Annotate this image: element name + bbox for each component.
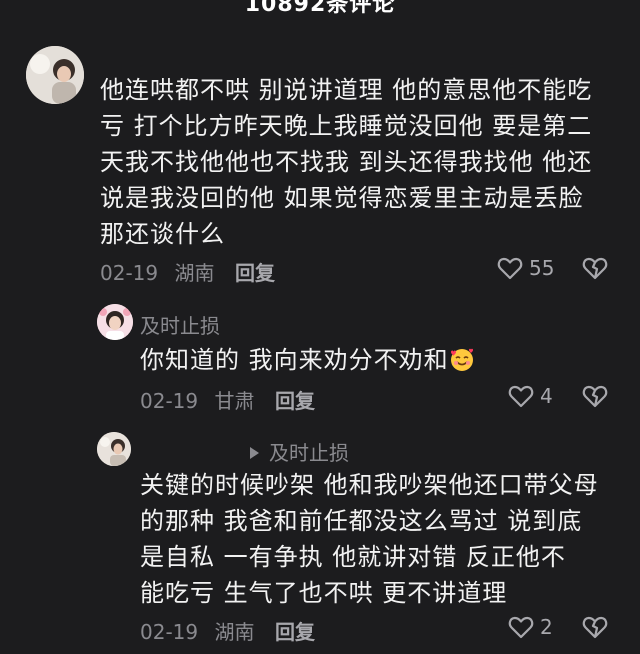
like-button[interactable]: 4 [508, 384, 553, 408]
like-button[interactable]: 55 [497, 256, 554, 280]
comment-date: 02-19 [100, 261, 159, 285]
dislike-button[interactable] [582, 384, 608, 412]
comment-text: 你知道的 我向来劝分不劝和 [140, 342, 610, 378]
comment-count-title: 10892条评论 [244, 0, 396, 17]
like-count: 2 [540, 615, 553, 639]
user-photo-icon [26, 46, 84, 104]
user-photo-icon [97, 432, 131, 466]
comment-line: 说是我没回的他 如果觉得恋爱里主动是丢脸 [100, 184, 584, 212]
comment-line: 那还谈什么 [100, 220, 225, 248]
comment-meta: 02-19 甘肃 [140, 385, 254, 414]
broken-heart-icon [582, 257, 608, 280]
reply-to-username[interactable]: 及时止损 [250, 437, 349, 466]
comment-line: 关键的时候吵架 他和我吵架他还口带父母 [140, 471, 599, 499]
broken-heart-icon [582, 385, 608, 408]
comment-text: 他连哄都不哄 别说讲道理 他的意思他不能吃 亏 打个比方昨天晚上我睡觉没回他 要… [100, 72, 620, 252]
comment-line: 天我不找他他也不找我 到头还得我找他 他还 [100, 148, 593, 176]
comment-location: 湖南 [174, 261, 215, 285]
comment-line: 你知道的 我向来劝分不劝和 [140, 346, 449, 374]
comment-location: 湖南 [214, 620, 255, 644]
avatar[interactable] [97, 432, 131, 466]
heart-icon [497, 257, 523, 280]
reply-button[interactable]: 回复 [235, 257, 275, 286]
play-arrow-icon [250, 447, 259, 459]
heart-icon [508, 385, 534, 408]
comment-location: 甘肃 [214, 389, 255, 413]
comment-date: 02-19 [140, 389, 199, 413]
comment-line: 是自私 一有争执 他就讲对错 反正他不 [140, 543, 566, 571]
like-button[interactable]: 2 [508, 615, 553, 639]
broken-heart-icon [582, 616, 608, 639]
user-photo-icon [97, 304, 133, 340]
heart-icon [508, 616, 534, 639]
comment-line: 的那种 我爸和前任都没这么骂过 说到底 [140, 507, 583, 535]
like-count: 55 [529, 256, 555, 280]
comment-line: 他连哄都不哄 别说讲道理 他的意思他不能吃 [100, 76, 593, 104]
reply-button[interactable]: 回复 [275, 385, 315, 414]
dislike-button[interactable] [582, 256, 608, 284]
comment-line: 亏 打个比方昨天晚上我睡觉没回他 要是第二 [100, 112, 593, 140]
comment-meta: 02-19 湖南 [140, 616, 254, 645]
like-count: 4 [540, 384, 553, 408]
comment-meta: 02-19 湖南 [100, 257, 214, 286]
username[interactable]: 及时止损 [140, 310, 220, 339]
comment-text: 关键的时候吵架 他和我吵架他还口带父母 的那种 我爸和前任都没这么骂过 说到底 … [140, 467, 620, 611]
comment-line: 能吃亏 生气了也不哄 更不讲道理 [140, 579, 508, 607]
avatar[interactable] [97, 304, 133, 340]
smiling-face-with-hearts-icon [450, 348, 473, 371]
reply-to-name: 及时止损 [269, 441, 349, 465]
comment-date: 02-19 [140, 620, 199, 644]
dislike-button[interactable] [582, 615, 608, 643]
avatar[interactable] [26, 46, 84, 104]
reply-button[interactable]: 回复 [275, 616, 315, 645]
